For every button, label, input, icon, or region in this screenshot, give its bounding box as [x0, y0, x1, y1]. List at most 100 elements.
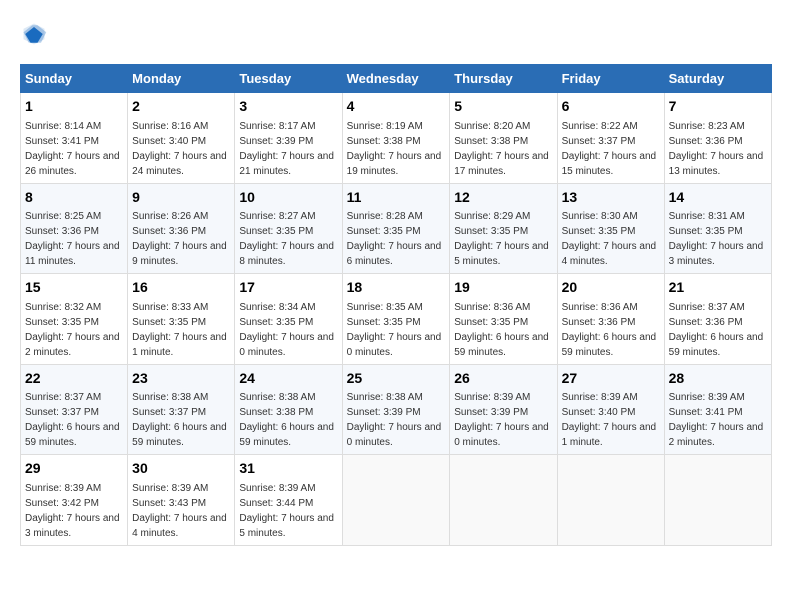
day-number: 27 — [562, 369, 660, 389]
calendar-cell: 6Sunrise: 8:22 AMSunset: 3:37 PMDaylight… — [557, 93, 664, 184]
weekday-header: Tuesday — [235, 65, 342, 93]
weekday-header: Friday — [557, 65, 664, 93]
weekday-header: Thursday — [450, 65, 557, 93]
sunrise-text: Sunrise: 8:38 AM — [347, 392, 423, 403]
calendar-cell: 15 Sunrise: 8:32 AM Sunset: 3:35 PM Dayligh… — [21, 274, 128, 365]
sunset-text: Sunset: 3:40 PM — [132, 136, 206, 147]
calendar-cell: 2Sunrise: 8:16 AMSunset: 3:40 PMDaylight… — [128, 93, 235, 184]
calendar-cell: 16Sunrise: 8:33 AMSunset: 3:35 PMDayligh… — [128, 274, 235, 365]
sunrise-text: Sunrise: 8:27 AM — [239, 211, 315, 222]
daylight-text: Daylight: 7 hours and 1 minute. — [132, 332, 227, 358]
daylight-text: Daylight: 6 hours and 59 minutes. — [454, 332, 549, 358]
calendar-cell: 24Sunrise: 8:38 AMSunset: 3:38 PMDayligh… — [235, 364, 342, 455]
day-number: 30 — [132, 459, 230, 479]
daylight-text: Daylight: 6 hours and 59 minutes. — [562, 332, 657, 358]
day-number: 23 — [132, 369, 230, 389]
sunset-text: Sunset: 3:37 PM — [25, 407, 99, 418]
daylight-text: Daylight: 6 hours and 59 minutes. — [132, 422, 227, 448]
sunset-text: Sunset: 3:35 PM — [25, 317, 99, 328]
calendar-cell: 26Sunrise: 8:39 AMSunset: 3:39 PMDayligh… — [450, 364, 557, 455]
sunset-text: Sunset: 3:35 PM — [454, 226, 528, 237]
day-number: 20 — [562, 278, 660, 298]
calendar-cell: 19Sunrise: 8:36 AMSunset: 3:35 PMDayligh… — [450, 274, 557, 365]
daylight-text: Daylight: 7 hours and 0 minutes. — [347, 332, 442, 358]
calendar-week-row: 1Sunrise: 8:14 AMSunset: 3:41 PMDaylight… — [21, 93, 772, 184]
day-number: 7 — [669, 97, 767, 117]
sunrise-text: Sunrise: 8:36 AM — [454, 302, 530, 313]
daylight-text: Daylight: 7 hours and 1 minute. — [562, 422, 657, 448]
sunset-text: Sunset: 3:38 PM — [347, 136, 421, 147]
calendar-cell: 22 Sunrise: 8:37 AM Sunset: 3:37 PM Dayligh… — [21, 364, 128, 455]
sunset-text: Sunset: 3:36 PM — [132, 226, 206, 237]
page-header — [20, 20, 772, 48]
day-number: 4 — [347, 97, 446, 117]
sunset-text: Sunset: 3:35 PM — [132, 317, 206, 328]
sunset-text: Sunset: 3:35 PM — [239, 317, 313, 328]
daylight-text: Daylight: 7 hours and 5 minutes. — [454, 241, 549, 267]
sunset-text: Sunset: 3:36 PM — [669, 317, 743, 328]
daylight-text: Daylight: 7 hours and 2 minutes. — [25, 332, 120, 358]
sunrise-text: Sunrise: 8:14 AM — [25, 121, 101, 132]
sunset-text: Sunset: 3:41 PM — [669, 407, 743, 418]
sunrise-text: Sunrise: 8:29 AM — [454, 211, 530, 222]
day-number: 12 — [454, 188, 552, 208]
day-number: 31 — [239, 459, 337, 479]
sunset-text: Sunset: 3:40 PM — [562, 407, 636, 418]
sunrise-text: Sunrise: 8:19 AM — [347, 121, 423, 132]
calendar-week-row: 29Sunrise: 8:39 AMSunset: 3:42 PMDayligh… — [21, 455, 772, 546]
day-number: 6 — [562, 97, 660, 117]
sunset-text: Sunset: 3:35 PM — [239, 226, 313, 237]
calendar-cell — [450, 455, 557, 546]
sunrise-text: Sunrise: 8:22 AM — [562, 121, 638, 132]
calendar-cell: 12 Sunrise: 8:29 AM Sunset: 3:35 PM Dayligh… — [450, 183, 557, 274]
sunset-text: Sunset: 3:37 PM — [562, 136, 636, 147]
sunrise-text: Sunrise: 8:28 AM — [347, 211, 423, 222]
daylight-text: Daylight: 7 hours and 0 minutes. — [239, 332, 334, 358]
daylight-text: Daylight: 7 hours and 3 minutes. — [25, 513, 120, 539]
sunset-text: Sunset: 3:39 PM — [239, 136, 313, 147]
sunrise-text: Sunrise: 8:35 AM — [347, 302, 423, 313]
calendar-cell: 28Sunrise: 8:39 AMSunset: 3:41 PMDayligh… — [664, 364, 771, 455]
day-number: 22 — [25, 369, 123, 389]
sunrise-text: Sunrise: 8:23 AM — [669, 121, 745, 132]
daylight-text: Daylight: 7 hours and 19 minutes. — [347, 151, 442, 177]
daylight-text: Daylight: 7 hours and 0 minutes. — [454, 422, 549, 448]
sunset-text: Sunset: 3:36 PM — [562, 317, 636, 328]
sunset-text: Sunset: 3:38 PM — [454, 136, 528, 147]
day-number: 15 — [25, 278, 123, 298]
daylight-text: Daylight: 7 hours and 3 minutes. — [669, 241, 764, 267]
calendar-cell: 8Sunrise: 8:25 AMSunset: 3:36 PMDaylight… — [21, 183, 128, 274]
sunrise-text: Sunrise: 8:38 AM — [239, 392, 315, 403]
calendar-cell: 18Sunrise: 8:35 AMSunset: 3:35 PMDayligh… — [342, 274, 450, 365]
daylight-text: Daylight: 7 hours and 8 minutes. — [239, 241, 334, 267]
day-number: 24 — [239, 369, 337, 389]
daylight-text: Daylight: 7 hours and 21 minutes. — [239, 151, 334, 177]
day-number: 3 — [239, 97, 337, 117]
sunset-text: Sunset: 3:44 PM — [239, 498, 313, 509]
daylight-text: Daylight: 7 hours and 4 minutes. — [132, 513, 227, 539]
sunset-text: Sunset: 3:35 PM — [562, 226, 636, 237]
calendar-cell: 5Sunrise: 8:20 AMSunset: 3:38 PMDaylight… — [450, 93, 557, 184]
day-number: 8 — [25, 188, 123, 208]
calendar-cell: 30Sunrise: 8:39 AMSunset: 3:43 PMDayligh… — [128, 455, 235, 546]
sunrise-text: Sunrise: 8:32 AM — [25, 302, 101, 313]
calendar-header: SundayMondayTuesdayWednesdayThursdayFrid… — [21, 65, 772, 93]
calendar-cell: 9Sunrise: 8:26 AMSunset: 3:36 PMDaylight… — [128, 183, 235, 274]
daylight-text: Daylight: 6 hours and 59 minutes. — [25, 422, 120, 448]
daylight-text: Daylight: 6 hours and 59 minutes. — [239, 422, 334, 448]
sunset-text: Sunset: 3:39 PM — [454, 407, 528, 418]
sunrise-text: Sunrise: 8:37 AM — [25, 392, 101, 403]
calendar-cell — [342, 455, 450, 546]
sunrise-text: Sunrise: 8:37 AM — [669, 302, 745, 313]
calendar-table: SundayMondayTuesdayWednesdayThursdayFrid… — [20, 64, 772, 546]
sunrise-text: Sunrise: 8:39 AM — [132, 483, 208, 494]
day-number: 11 — [347, 188, 446, 208]
daylight-text: Daylight: 7 hours and 4 minutes. — [562, 241, 657, 267]
day-number: 1 — [25, 97, 123, 117]
calendar-week-row: 8Sunrise: 8:25 AMSunset: 3:36 PMDaylight… — [21, 183, 772, 274]
calendar-week-row: 15 Sunrise: 8:32 AM Sunset: 3:35 PM Dayligh… — [21, 274, 772, 365]
day-number: 28 — [669, 369, 767, 389]
sunset-text: Sunset: 3:39 PM — [347, 407, 421, 418]
calendar-week-row: 22 Sunrise: 8:37 AM Sunset: 3:37 PM Dayligh… — [21, 364, 772, 455]
day-number: 26 — [454, 369, 552, 389]
